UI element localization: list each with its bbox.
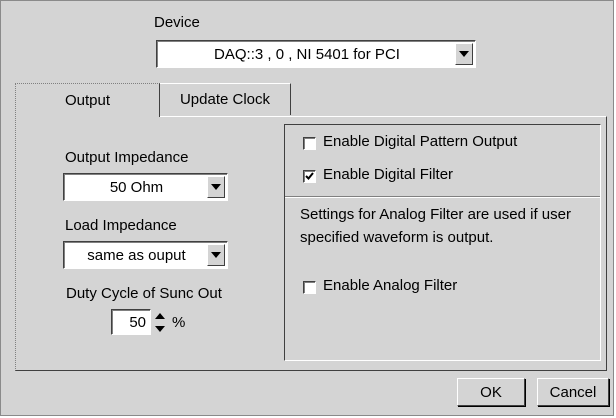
- stepper-up-button[interactable]: [152, 309, 168, 322]
- device-select[interactable]: DAQ::3 , 0 , NI 5401 for PCI: [156, 40, 476, 68]
- chevron-down-icon: [211, 184, 221, 190]
- output-impedance-value: 50 Ohm: [109, 178, 164, 196]
- chevron-down-icon: [211, 252, 221, 258]
- enable-analog-filter-checkbox[interactable]: [303, 281, 316, 294]
- enable-digital-filter-checkbox[interactable]: [303, 170, 316, 183]
- tab-output-label: Output: [64, 92, 111, 109]
- arrow-down-icon: [155, 325, 165, 332]
- checkmark-icon: [305, 172, 314, 180]
- output-impedance-dropdown-button[interactable]: [207, 176, 225, 198]
- analog-filter-note: Settings for Analog Filter are used if u…: [300, 206, 571, 246]
- load-impedance-label: Load Impedance: [65, 217, 177, 234]
- daq-settings-dialog: Device DAQ::3 , 0 , NI 5401 for PCI Upda…: [0, 0, 614, 416]
- ok-button[interactable]: OK: [457, 378, 525, 406]
- duty-cycle-input[interactable]: 50: [111, 309, 151, 335]
- output-impedance-label: Output Impedance: [65, 149, 189, 166]
- cancel-button[interactable]: Cancel: [537, 378, 609, 406]
- duty-cycle-stepper[interactable]: [152, 309, 168, 335]
- output-impedance-select[interactable]: 50 Ohm: [63, 173, 228, 201]
- load-impedance-select[interactable]: same as ouput: [63, 241, 228, 269]
- tab-update-clock-label: Update Clock: [179, 91, 271, 108]
- enable-digital-pattern-checkbox[interactable]: [303, 137, 316, 150]
- chevron-down-icon: [459, 51, 469, 57]
- device-dropdown-button[interactable]: [455, 43, 473, 65]
- enable-digital-pattern-label[interactable]: Enable Digital Pattern Output: [323, 133, 517, 150]
- group-divider: [285, 196, 600, 198]
- enable-digital-filter-label[interactable]: Enable Digital Filter: [323, 166, 453, 183]
- duty-cycle-label: Duty Cycle of Sunc Out: [66, 285, 222, 302]
- arrow-up-icon: [155, 312, 165, 319]
- load-impedance-value: same as ouput: [87, 246, 186, 264]
- tab-update-clock[interactable]: Update Clock: [159, 83, 291, 115]
- duty-cycle-unit: %: [172, 314, 186, 331]
- device-label: Device: [154, 14, 200, 31]
- tab-output[interactable]: Output: [15, 83, 160, 117]
- device-select-value: DAQ::3 , 0 , NI 5401 for PCI: [214, 45, 400, 63]
- load-impedance-dropdown-button[interactable]: [207, 244, 225, 266]
- stepper-down-button[interactable]: [152, 322, 168, 335]
- enable-analog-filter-label[interactable]: Enable Analog Filter: [323, 277, 457, 294]
